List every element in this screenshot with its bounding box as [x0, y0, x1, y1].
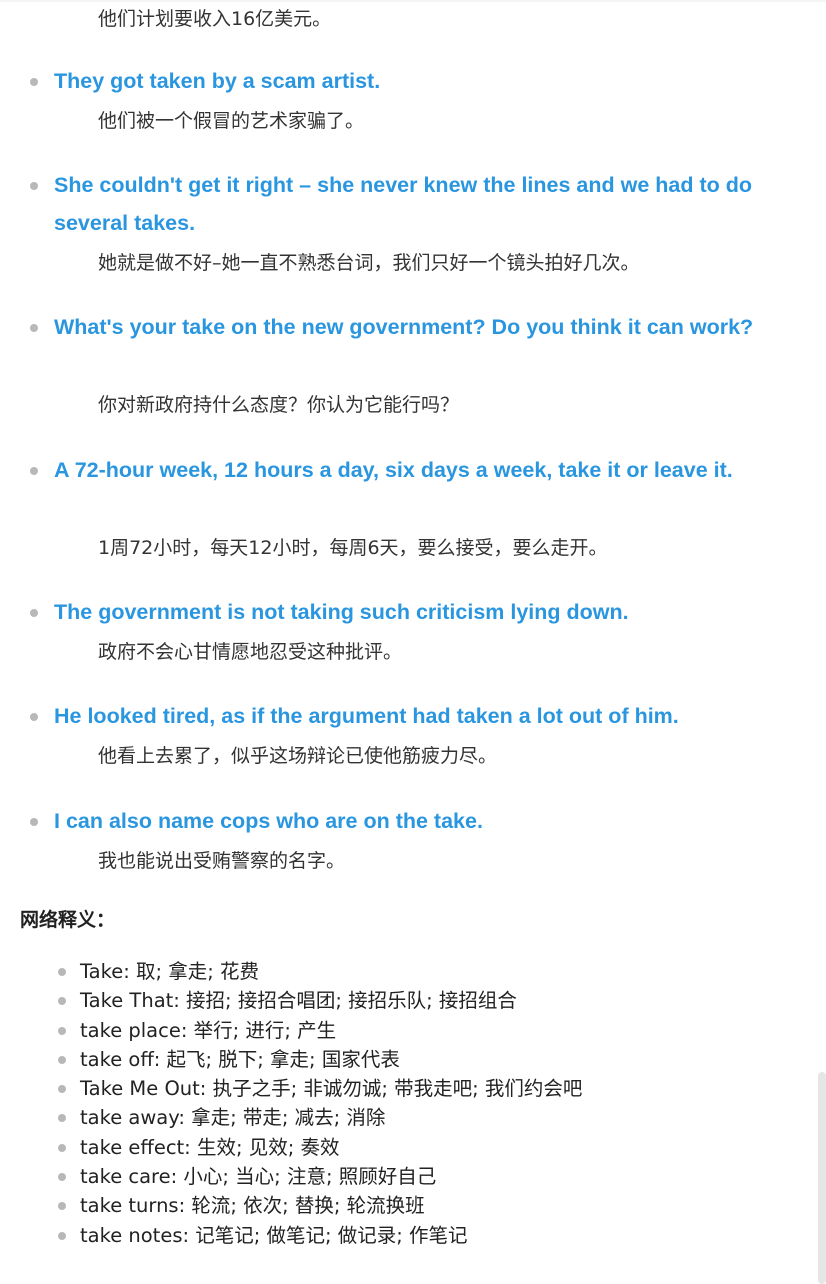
web-definition-item: take care: 小心; 当心; 注意; 照顾好自己	[0, 1162, 582, 1191]
bullet-icon	[58, 1231, 66, 1240]
web-definition-item: Take: 取; 拿走; 花费	[0, 957, 582, 986]
web-definition-item: Take Me Out: 执子之手; 非诚勿诚; 带我走吧; 我们约会吧	[0, 1074, 582, 1103]
bullet-icon	[58, 1173, 66, 1182]
example-translation: 政府不会心甘情愿地忍受这种批评。	[98, 641, 403, 663]
example-english[interactable]: The government is not taking such critic…	[54, 593, 794, 631]
bullet-icon	[30, 818, 38, 826]
bullet-icon	[58, 1114, 66, 1123]
bullet-icon	[58, 1026, 66, 1035]
example-english[interactable]: They got taken by a scam artist.	[54, 62, 794, 100]
web-definitions-heading: 网络释义：	[20, 909, 116, 931]
top-edge	[0, 0, 826, 2]
example-translation: 你对新政府持什么态度？你认为它能行吗？	[98, 394, 460, 416]
scrollbar[interactable]	[818, 1072, 826, 1284]
web-definition-text[interactable]: take away: 拿走; 带走; 减去; 消除	[80, 1106, 385, 1129]
example-translation: 他看上去累了，似乎这场辩论已使他筋疲力尽。	[98, 745, 498, 767]
example-english[interactable]: He looked tired, as if the argument had …	[54, 697, 794, 735]
example-english[interactable]: A 72-hour week, 12 hours a day, six days…	[54, 451, 794, 489]
bullet-icon	[30, 467, 38, 475]
web-definition-item: take off: 起飞; 脱下; 拿走; 国家代表	[0, 1045, 582, 1074]
bullet-icon	[30, 609, 38, 617]
bullet-icon	[58, 997, 66, 1006]
bullet-icon	[58, 968, 66, 976]
web-definition-item: Take That: 接招; 接招合唱团; 接招乐队; 接招组合	[0, 986, 582, 1015]
example-english[interactable]: What's your take on the new government? …	[54, 308, 794, 346]
bullet-icon	[58, 1085, 66, 1094]
web-definition-text[interactable]: take turns: 轮流; 依次; 替换; 轮流换班	[80, 1194, 425, 1217]
bullet-icon	[58, 1143, 66, 1152]
web-definition-text[interactable]: Take: 取; 拿走; 花费	[80, 960, 259, 983]
web-definition-item: take effect: 生效; 见效; 奏效	[0, 1133, 582, 1162]
web-definitions-list: Take: 取; 拿走; 花费 Take That: 接招; 接招合唱团; 接招…	[0, 957, 582, 1250]
web-definition-text[interactable]: take off: 起飞; 脱下; 拿走; 国家代表	[80, 1048, 400, 1071]
example-translation: 我也能说出受贿警察的名字。	[98, 850, 346, 872]
bullet-icon	[30, 78, 38, 86]
web-definition-item: take notes: 记笔记; 做笔记; 做记录; 作笔记	[0, 1221, 582, 1250]
bullet-icon	[30, 182, 38, 190]
example-translation: 他们计划要收入16亿美元。	[98, 8, 332, 30]
example-translation: 他们被一个假冒的艺术家骗了。	[98, 110, 365, 132]
web-definition-text[interactable]: Take That: 接招; 接招合唱团; 接招乐队; 接招组合	[80, 989, 517, 1012]
web-definition-text[interactable]: take care: 小心; 当心; 注意; 照顾好自己	[80, 1165, 436, 1188]
example-english[interactable]: She couldn't get it right – she never kn…	[54, 166, 794, 242]
example-translation: 1周72小时，每天12小时，每周6天，要么接受，要么走开。	[98, 537, 608, 559]
example-translation: 她就是做不好–她一直不熟悉台词，我们只好一个镜头拍好几次。	[98, 252, 640, 274]
example-english[interactable]: I can also name cops who are on the take…	[54, 802, 794, 840]
web-definition-text[interactable]: take notes: 记笔记; 做笔记; 做记录; 作笔记	[80, 1224, 468, 1247]
web-definition-item: take place: 举行; 进行; 产生	[0, 1016, 582, 1045]
web-definition-text[interactable]: Take Me Out: 执子之手; 非诚勿诚; 带我走吧; 我们约会吧	[80, 1077, 582, 1100]
bullet-icon	[30, 713, 38, 721]
bullet-icon	[30, 324, 38, 332]
web-definition-text[interactable]: take effect: 生效; 见效; 奏效	[80, 1136, 340, 1159]
bullet-icon	[58, 1055, 66, 1064]
web-definition-text[interactable]: take place: 举行; 进行; 产生	[80, 1019, 336, 1042]
web-definition-item: take away: 拿走; 带走; 减去; 消除	[0, 1103, 582, 1132]
web-definition-item: take turns: 轮流; 依次; 替换; 轮流换班	[0, 1191, 582, 1220]
bullet-icon	[58, 1202, 66, 1211]
